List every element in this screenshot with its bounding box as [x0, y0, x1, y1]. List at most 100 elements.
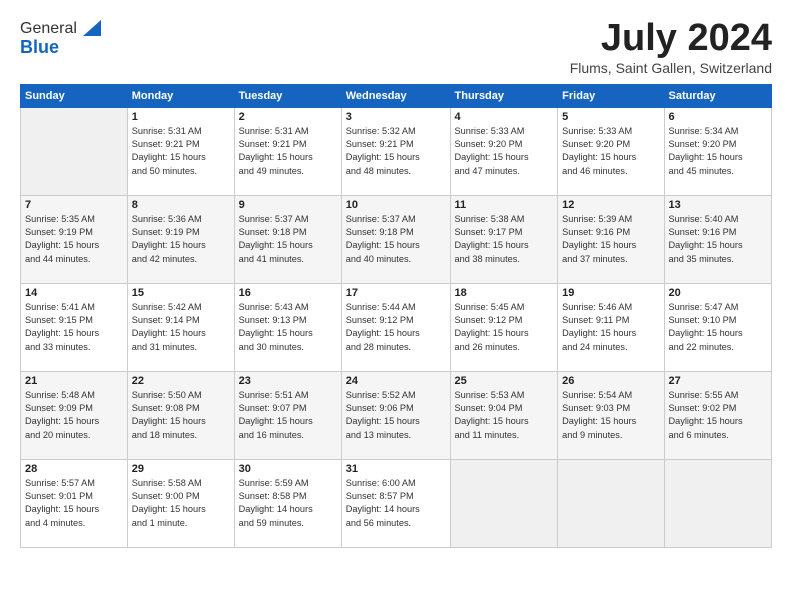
day-info: Sunrise: 5:37 AM Sunset: 9:18 PM Dayligh…: [239, 214, 313, 264]
day-info: Sunrise: 5:48 AM Sunset: 9:09 PM Dayligh…: [25, 390, 99, 440]
days-header-row: SundayMondayTuesdayWednesdayThursdayFrid…: [21, 84, 772, 107]
week-row-4: 21 Sunrise: 5:48 AM Sunset: 9:09 PM Dayli…: [21, 371, 772, 459]
day-info: Sunrise: 5:32 AM Sunset: 9:21 PM Dayligh…: [346, 126, 420, 176]
title-block: July 2024 Flums, Saint Gallen, Switzerla…: [570, 18, 772, 76]
day-info: Sunrise: 5:53 AM Sunset: 9:04 PM Dayligh…: [455, 390, 529, 440]
day-info: Sunrise: 5:54 AM Sunset: 9:03 PM Dayligh…: [562, 390, 636, 440]
calendar-cell: [21, 107, 128, 195]
calendar-cell: 29 Sunrise: 5:58 AM Sunset: 9:00 PM Dayli…: [127, 459, 234, 547]
day-number: 10: [346, 199, 446, 211]
day-info: Sunrise: 5:58 AM Sunset: 9:00 PM Dayligh…: [132, 478, 206, 528]
calendar-cell: 4 Sunrise: 5:33 AM Sunset: 9:20 PM Daylig…: [450, 107, 558, 195]
day-info: Sunrise: 5:33 AM Sunset: 9:20 PM Dayligh…: [562, 126, 636, 176]
calendar-cell: 14 Sunrise: 5:41 AM Sunset: 9:15 PM Dayli…: [21, 283, 128, 371]
calendar-cell: [558, 459, 664, 547]
calendar-cell: 24 Sunrise: 5:52 AM Sunset: 9:06 PM Dayli…: [341, 371, 450, 459]
day-info: Sunrise: 5:47 AM Sunset: 9:10 PM Dayligh…: [669, 302, 743, 352]
logo-icon: [79, 18, 101, 40]
day-number: 14: [25, 287, 123, 299]
day-info: Sunrise: 5:31 AM Sunset: 9:21 PM Dayligh…: [132, 126, 206, 176]
calendar-cell: 16 Sunrise: 5:43 AM Sunset: 9:13 PM Dayli…: [234, 283, 341, 371]
day-number: 22: [132, 375, 230, 387]
day-number: 8: [132, 199, 230, 211]
calendar-cell: 8 Sunrise: 5:36 AM Sunset: 9:19 PM Daylig…: [127, 195, 234, 283]
day-number: 16: [239, 287, 337, 299]
day-info: Sunrise: 5:33 AM Sunset: 9:20 PM Dayligh…: [455, 126, 529, 176]
calendar-cell: 13 Sunrise: 5:40 AM Sunset: 9:16 PM Dayli…: [664, 195, 772, 283]
day-info: Sunrise: 5:37 AM Sunset: 9:18 PM Dayligh…: [346, 214, 420, 264]
day-number: 27: [669, 375, 768, 387]
day-number: 18: [455, 287, 554, 299]
logo-general: General: [20, 20, 77, 38]
calendar-cell: 10 Sunrise: 5:37 AM Sunset: 9:18 PM Dayli…: [341, 195, 450, 283]
week-row-3: 14 Sunrise: 5:41 AM Sunset: 9:15 PM Dayli…: [21, 283, 772, 371]
day-number: 19: [562, 287, 659, 299]
day-number: 21: [25, 375, 123, 387]
week-row-1: 1 Sunrise: 5:31 AM Sunset: 9:21 PM Daylig…: [21, 107, 772, 195]
day-number: 13: [669, 199, 768, 211]
day-number: 3: [346, 111, 446, 123]
day-info: Sunrise: 5:45 AM Sunset: 9:12 PM Dayligh…: [455, 302, 529, 352]
calendar-cell: 27 Sunrise: 5:55 AM Sunset: 9:02 PM Dayli…: [664, 371, 772, 459]
day-info: Sunrise: 5:44 AM Sunset: 9:12 PM Dayligh…: [346, 302, 420, 352]
month-title: July 2024: [570, 18, 772, 60]
day-number: 15: [132, 287, 230, 299]
logo-blue: Blue: [20, 37, 101, 58]
week-row-5: 28 Sunrise: 5:57 AM Sunset: 9:01 PM Dayli…: [21, 459, 772, 547]
calendar-cell: 28 Sunrise: 5:57 AM Sunset: 9:01 PM Dayli…: [21, 459, 128, 547]
day-number: 31: [346, 463, 446, 475]
calendar-cell: 31Sunrise: 6:00 AM Sunset: 8:57 PM Dayli…: [341, 459, 450, 547]
day-info: Sunrise: 5:31 AM Sunset: 9:21 PM Dayligh…: [239, 126, 313, 176]
calendar-cell: 9Sunrise: 5:37 AM Sunset: 9:18 PM Daylig…: [234, 195, 341, 283]
calendar-cell: 22 Sunrise: 5:50 AM Sunset: 9:08 PM Dayli…: [127, 371, 234, 459]
day-info: Sunrise: 5:41 AM Sunset: 9:15 PM Dayligh…: [25, 302, 99, 352]
day-info: Sunrise: 5:36 AM Sunset: 9:19 PM Dayligh…: [132, 214, 206, 264]
day-number: 29: [132, 463, 230, 475]
day-number: 2: [239, 111, 337, 123]
day-number: 5: [562, 111, 659, 123]
day-info: Sunrise: 5:40 AM Sunset: 9:16 PM Dayligh…: [669, 214, 743, 264]
day-number: 28: [25, 463, 123, 475]
day-info: Sunrise: 5:34 AM Sunset: 9:20 PM Dayligh…: [669, 126, 743, 176]
day-info: Sunrise: 5:38 AM Sunset: 9:17 PM Dayligh…: [455, 214, 529, 264]
day-info: Sunrise: 5:42 AM Sunset: 9:14 PM Dayligh…: [132, 302, 206, 352]
day-number: 17: [346, 287, 446, 299]
day-info: Sunrise: 5:55 AM Sunset: 9:02 PM Dayligh…: [669, 390, 743, 440]
calendar-cell: 20Sunrise: 5:47 AM Sunset: 9:10 PM Dayli…: [664, 283, 772, 371]
day-info: Sunrise: 5:51 AM Sunset: 9:07 PM Dayligh…: [239, 390, 313, 440]
day-info: Sunrise: 5:52 AM Sunset: 9:06 PM Dayligh…: [346, 390, 420, 440]
page-header: General Blue July 2024 Flums, Saint Gall…: [20, 18, 772, 76]
calendar-cell: 18 Sunrise: 5:45 AM Sunset: 9:12 PM Dayli…: [450, 283, 558, 371]
day-header-wednesday: Wednesday: [341, 84, 450, 107]
day-number: 4: [455, 111, 554, 123]
day-header-saturday: Saturday: [664, 84, 772, 107]
day-number: 24: [346, 375, 446, 387]
day-number: 1: [132, 111, 230, 123]
day-info: Sunrise: 5:57 AM Sunset: 9:01 PM Dayligh…: [25, 478, 99, 528]
day-number: 12: [562, 199, 659, 211]
day-header-friday: Friday: [558, 84, 664, 107]
calendar-cell: 3 Sunrise: 5:32 AM Sunset: 9:21 PM Daylig…: [341, 107, 450, 195]
calendar-cell: 19 Sunrise: 5:46 AM Sunset: 9:11 PM Dayli…: [558, 283, 664, 371]
day-number: 30: [239, 463, 337, 475]
day-info: Sunrise: 5:35 AM Sunset: 9:19 PM Dayligh…: [25, 214, 99, 264]
calendar-cell: 25Sunrise: 5:53 AM Sunset: 9:04 PM Dayli…: [450, 371, 558, 459]
day-info: Sunrise: 5:43 AM Sunset: 9:13 PM Dayligh…: [239, 302, 313, 352]
calendar-cell: 2 Sunrise: 5:31 AM Sunset: 9:21 PM Daylig…: [234, 107, 341, 195]
day-info: Sunrise: 5:50 AM Sunset: 9:08 PM Dayligh…: [132, 390, 206, 440]
location: Flums, Saint Gallen, Switzerland: [570, 60, 772, 76]
calendar-cell: 11 Sunrise: 5:38 AM Sunset: 9:17 PM Dayli…: [450, 195, 558, 283]
calendar-table: SundayMondayTuesdayWednesdayThursdayFrid…: [20, 84, 772, 548]
calendar-cell: [664, 459, 772, 547]
logo: General Blue: [20, 18, 101, 58]
day-number: 6: [669, 111, 768, 123]
day-info: Sunrise: 5:39 AM Sunset: 9:16 PM Dayligh…: [562, 214, 636, 264]
calendar-cell: 12 Sunrise: 5:39 AM Sunset: 9:16 PM Dayli…: [558, 195, 664, 283]
day-number: 11: [455, 199, 554, 211]
calendar-cell: 15 Sunrise: 5:42 AM Sunset: 9:14 PM Dayli…: [127, 283, 234, 371]
calendar-cell: 5 Sunrise: 5:33 AM Sunset: 9:20 PM Daylig…: [558, 107, 664, 195]
day-info: Sunrise: 5:46 AM Sunset: 9:11 PM Dayligh…: [562, 302, 636, 352]
calendar-cell: 1 Sunrise: 5:31 AM Sunset: 9:21 PM Daylig…: [127, 107, 234, 195]
day-header-monday: Monday: [127, 84, 234, 107]
day-info: Sunrise: 5:59 AM Sunset: 8:58 PM Dayligh…: [239, 478, 313, 528]
